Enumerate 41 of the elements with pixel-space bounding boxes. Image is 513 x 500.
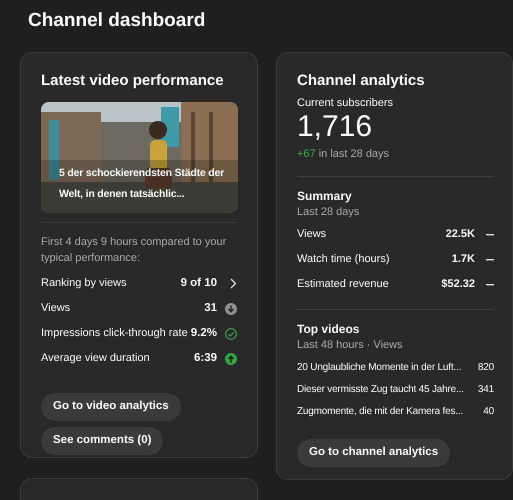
down-arrow-icon [225,302,237,314]
card-title: Latest video performance [41,71,225,91]
subscriber-count: 1,716 [297,110,374,144]
view-count: 820 [478,360,494,374]
summary-value: 22.5K [446,227,475,242]
comparison-note: First 4 days 9 hours compared to your typical performance: [41,235,228,266]
video-analytics-button[interactable]: Go to video analytics [41,393,181,421]
summary-label: Watch time (hours) [297,252,391,268]
metric-label: Views [41,301,72,316]
metric-value: 31 [204,300,217,316]
subscriber-change: +67 in last 28 days [297,147,390,162]
dash-icon [486,258,494,260]
video-title[interactable]: Dieser vermisste Zug taucht 45 Jahre... [297,382,474,396]
summary-label: Views [297,227,328,242]
thumbnail[interactable]: 5 der schockierendsten Städte der Welt, in denen tatsächlic... [41,102,238,213]
view-count: 341 [478,382,494,396]
summary-value: $52.32 [441,277,475,292]
check-circle-icon [225,328,237,340]
video-title[interactable]: 20 Unglaubliche Momente in der Luft... [297,360,474,374]
metric-value: 9.2% [190,326,217,341]
subscribers-label: Current subscribers [297,96,394,110]
dash-icon [486,284,494,286]
up-arrow-icon [225,352,237,364]
section-title: Top videos [297,321,360,337]
summary-label: Estimated revenue [297,277,390,292]
view-count: 40 [483,404,494,418]
page-title: Channel dashboard [28,10,206,32]
metric-label: Average view duration [41,351,151,366]
video-title[interactable]: Zugmomente, die mit der Kamera fes... [297,404,480,418]
card-title: Channel analytics [297,71,426,91]
summary-value: 1.7K [452,252,475,268]
metric-value: 6:39 [194,350,217,366]
channel-analytics-button[interactable]: Go to channel analytics [297,439,450,467]
section-subtitle: Last 48 hours · Views [297,338,404,353]
chevron-icon [229,278,237,289]
metric-label: Impressions click-through rate [41,326,189,342]
ranking-row[interactable]: Ranking by views 9 of 10 [41,271,237,296]
section-subtitle: Last 28 days [297,205,360,220]
dash-icon [486,234,494,236]
section-title: Summary [297,188,353,204]
comments-button[interactable]: See comments (0) [41,427,164,455]
